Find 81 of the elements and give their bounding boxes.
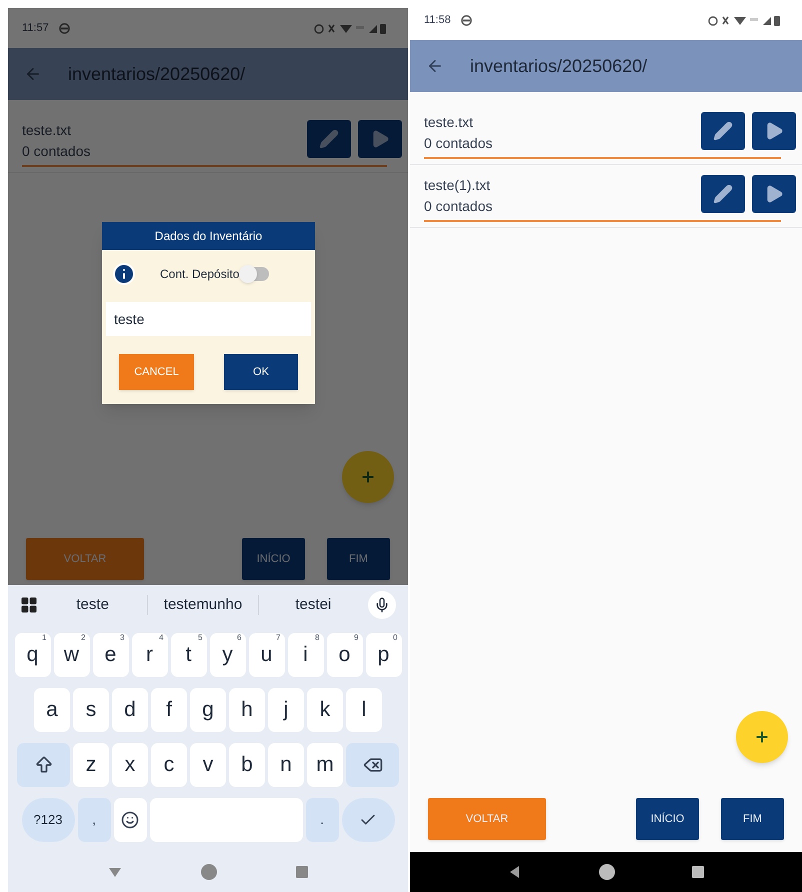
- plus-icon: [754, 729, 770, 745]
- toggle-switch[interactable]: [241, 267, 270, 281]
- name-input[interactable]: teste: [106, 302, 311, 336]
- count-text: 0 contados: [22, 142, 92, 161]
- apps-grid-icon[interactable]: [20, 596, 38, 614]
- nav-button[interactable]: FIM: [721, 798, 784, 840]
- key-hint: 8: [315, 634, 320, 642]
- letter-key[interactable]: f: [151, 688, 187, 732]
- count-text: 0 contados: [424, 134, 494, 153]
- letter-key[interactable]: n: [268, 743, 304, 787]
- notification-icon: [460, 14, 472, 26]
- key-hint: 6: [237, 634, 242, 642]
- letter-key[interactable]: e 3: [92, 633, 128, 677]
- backspace-key[interactable]: [346, 743, 399, 787]
- letter-key[interactable]: q 1: [14, 633, 50, 677]
- letter-key[interactable]: m: [307, 743, 343, 787]
- app-bar-title: inventarios/20250620/: [68, 62, 246, 86]
- letter-key[interactable]: c: [151, 743, 187, 787]
- letter-key[interactable]: d: [112, 688, 148, 732]
- letter-key[interactable]: j: [268, 688, 304, 732]
- info-icon: [112, 262, 136, 286]
- pencil-icon: [713, 184, 733, 204]
- letter-key[interactable]: k: [307, 688, 343, 732]
- file-name: teste(1).txt: [424, 176, 492, 195]
- letter-key[interactable]: o 9: [326, 633, 362, 677]
- edit-button[interactable]: [701, 175, 745, 213]
- recents-nav-icon[interactable]: [692, 866, 704, 878]
- toggle-label: Cont. Depósito: [160, 266, 240, 283]
- notification-icon: [58, 22, 70, 34]
- letter-key[interactable]: t 5: [170, 633, 206, 677]
- key-hint: 2: [81, 634, 86, 642]
- letter-key[interactable]: v: [190, 743, 226, 787]
- letter-key[interactable]: b: [229, 743, 265, 787]
- file-name: teste.txt: [424, 113, 474, 132]
- home-nav-icon[interactable]: [598, 864, 615, 880]
- suggestion-item[interactable]: testemunho: [148, 594, 258, 616]
- shift-key[interactable]: [17, 743, 70, 787]
- symbols-key[interactable]: ?123: [22, 798, 74, 842]
- emoji-key[interactable]: [114, 798, 146, 842]
- file-name: teste.txt: [22, 121, 72, 140]
- mic-button[interactable]: [368, 591, 396, 619]
- microphone-icon: [374, 597, 390, 613]
- key-hint: 7: [276, 634, 280, 642]
- letter-key[interactable]: l: [346, 688, 382, 732]
- letter-key[interactable]: p 0: [366, 633, 402, 677]
- key-hint: 9: [354, 634, 358, 642]
- key-hint: 0: [393, 634, 398, 642]
- send-button[interactable]: [752, 112, 796, 150]
- letter-key[interactable]: g: [190, 688, 226, 732]
- key-hint: 1: [42, 634, 46, 642]
- app-bar-title: inventarios/20250620/: [470, 54, 648, 78]
- dialog-button[interactable]: OK: [224, 354, 298, 390]
- emoji-icon: [121, 811, 139, 829]
- letter-key[interactable]: i 8: [288, 633, 324, 677]
- send-button[interactable]: [752, 175, 796, 213]
- edit-button[interactable]: [701, 112, 745, 150]
- letter-key[interactable]: z: [73, 743, 109, 787]
- punctuation-key[interactable]: .: [306, 798, 338, 842]
- letter-key[interactable]: r 4: [132, 633, 168, 677]
- clock-text: 11:58: [424, 12, 451, 28]
- suggestion-item[interactable]: teste: [38, 594, 148, 616]
- letter-key[interactable]: w 2: [54, 633, 90, 677]
- nav-button[interactable]: INÍCIO: [636, 798, 699, 840]
- letter-key[interactable]: s: [73, 688, 109, 732]
- dialog-title: Dados do Inventário: [102, 222, 315, 250]
- key-hint: 3: [120, 634, 124, 642]
- letter-key[interactable]: h: [229, 688, 265, 732]
- plus-icon: [360, 469, 376, 485]
- shift-icon: [34, 755, 54, 775]
- punctuation-key[interactable]: ,: [78, 798, 110, 842]
- letter-key[interactable]: x: [112, 743, 148, 787]
- letter-key[interactable]: y 6: [210, 633, 246, 677]
- clock-text: 11:57: [22, 20, 49, 36]
- pencil-icon: [713, 121, 733, 141]
- letter-key[interactable]: a: [34, 688, 70, 732]
- suggestion-item[interactable]: testei: [258, 594, 368, 616]
- letter-key[interactable]: u 7: [248, 633, 284, 677]
- key-hint: 5: [198, 634, 202, 642]
- pencil-icon: [319, 129, 339, 149]
- count-text: 0 contados: [424, 197, 494, 216]
- key-hint: 4: [159, 634, 164, 642]
